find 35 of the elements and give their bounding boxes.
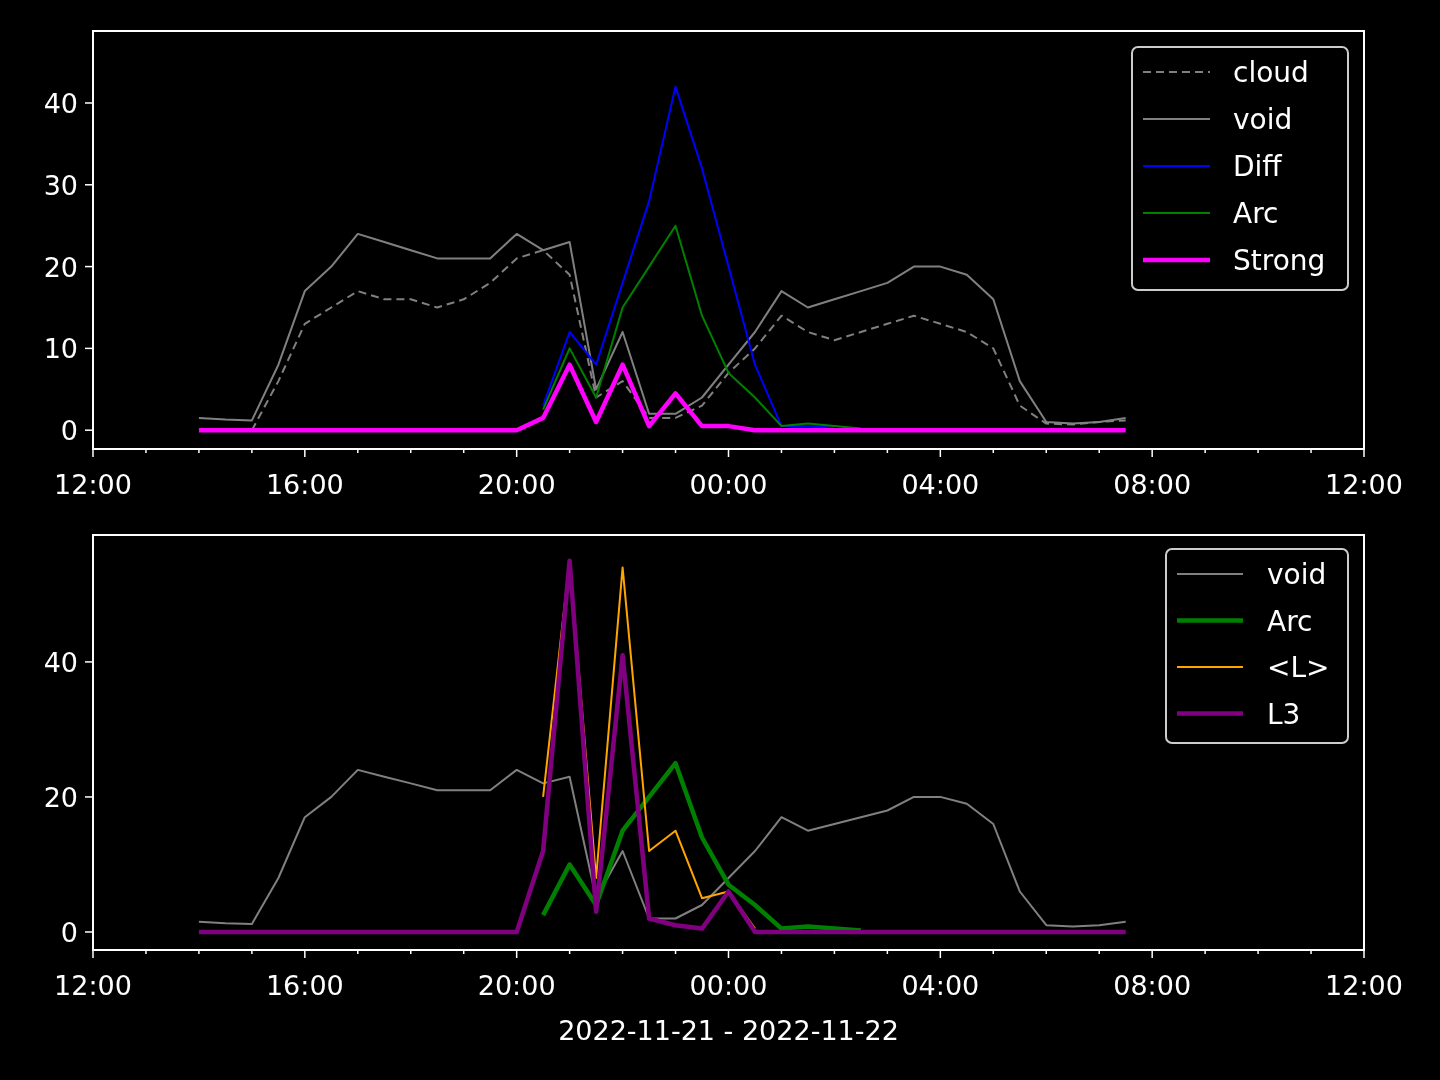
tick-label: 12:00 (1325, 970, 1403, 1001)
tick-label: 40 (43, 88, 78, 119)
axis-label: 2022-11-21 - 2022-11-22 (558, 1015, 899, 1046)
tick-label: 10 (43, 333, 78, 365)
tick-label: 0 (60, 916, 78, 948)
legend-label: void (1233, 103, 1293, 136)
tick-label: 0 (60, 415, 78, 447)
legend-swatch (1177, 711, 1243, 716)
tick-label: 08:00 (1113, 469, 1192, 500)
legend-swatch (1177, 618, 1243, 623)
tick-label: 20:00 (477, 970, 556, 1001)
legend-label: <L> (1267, 651, 1330, 684)
tick-label: 00:00 (689, 970, 768, 1001)
legend-label: Arc (1233, 197, 1279, 230)
tick-label: 16:00 (265, 469, 344, 500)
tick-label: 00:00 (689, 469, 768, 500)
tick-label: 04:00 (901, 469, 980, 500)
tick-label: 04:00 (901, 970, 980, 1001)
legend-label: L3 (1267, 697, 1301, 731)
legend-label: void (1267, 558, 1327, 591)
legend-label: cloud (1233, 56, 1309, 89)
legend-label: Strong (1233, 244, 1326, 277)
tick-label: 12:00 (54, 469, 132, 500)
legend-label: Arc (1267, 604, 1313, 638)
legend-label: Diff (1233, 150, 1282, 183)
tick-label: 20 (43, 781, 78, 813)
tick-label: 20 (43, 251, 78, 283)
tick-label: 16:00 (265, 970, 344, 1001)
tick-label: 08:00 (1113, 970, 1192, 1001)
legend-swatch (1143, 257, 1210, 263)
tick-label: 12:00 (1325, 469, 1403, 500)
tick-label: 40 (43, 646, 78, 678)
tick-label: 12:00 (54, 970, 132, 1001)
tick-label: 30 (43, 169, 78, 201)
tick-label: 20:00 (477, 469, 556, 500)
